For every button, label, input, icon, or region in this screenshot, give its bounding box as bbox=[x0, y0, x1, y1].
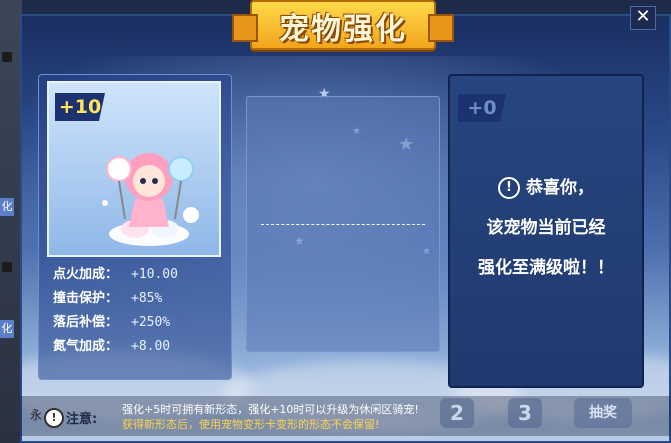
scroll-knob bbox=[2, 52, 12, 62]
window-title: 宠物强化 bbox=[279, 12, 407, 47]
result-level-badge: +0 bbox=[458, 94, 506, 122]
current-pet-card: +10 点火加成： +10.00 撞击保护： +85% 落后补偿： +250% bbox=[38, 74, 232, 380]
stat-value: +8.00 bbox=[131, 339, 171, 354]
notice-text-line-1: 强化+5时可拥有新形态，强化+10时可以升级为休闲区骑宠! bbox=[122, 403, 419, 416]
enhance-material-slot[interactable] bbox=[246, 96, 440, 352]
draw-button[interactable]: 抽奖 bbox=[574, 398, 632, 428]
stat-row-nitro: 氮气加成： +8.00 bbox=[53, 335, 178, 359]
side-tab-2[interactable]: 化 bbox=[0, 320, 14, 338]
pet-portrait-frame: +10 bbox=[47, 81, 221, 257]
notice-label: 注意: bbox=[66, 412, 98, 427]
stat-value: +85% bbox=[131, 291, 163, 306]
background-window-strip: 化 化 bbox=[0, 0, 22, 443]
notice-info-icon: ! bbox=[44, 408, 64, 428]
pet-level-badge: +10 bbox=[55, 93, 105, 121]
step-3-button[interactable]: 3 bbox=[508, 398, 542, 428]
scroll-knob bbox=[2, 262, 12, 272]
message-text: 恭喜你， bbox=[526, 178, 594, 198]
result-pet-card: +0 ! 恭喜你， 该宠物当前已经 强化至满级啦！！ bbox=[448, 74, 644, 388]
stat-row-collision: 撞击保护： +85% bbox=[53, 287, 178, 311]
pet-character-image bbox=[102, 153, 199, 246]
stat-value: +10.00 bbox=[131, 267, 178, 282]
close-button[interactable]: ✕ bbox=[630, 6, 656, 30]
title-banner: 宠物强化 bbox=[232, 0, 454, 50]
pet-stats-list: 点火加成： +10.00 撞击保护： +85% 落后补偿： +250% 氮气加成： +8… bbox=[53, 263, 178, 359]
stat-row-catchup: 落后补偿： +250% bbox=[53, 311, 178, 335]
stat-label: 点火加成： bbox=[53, 267, 119, 282]
message-line-1: ! 恭喜你， bbox=[450, 168, 642, 208]
side-text: 永 bbox=[30, 408, 43, 422]
message-line-2: 该宠物当前已经 bbox=[486, 218, 606, 238]
divider bbox=[261, 224, 425, 225]
notice-text-line-2: 获得新形态后，使用宠物变形卡变形的形态不会保留! bbox=[122, 418, 380, 431]
stat-row-ignition: 点火加成： +10.00 bbox=[53, 263, 178, 287]
stat-value: +250% bbox=[131, 315, 171, 330]
stat-label: 落后补偿： bbox=[53, 315, 119, 330]
stat-label: 氮气加成： bbox=[53, 339, 119, 354]
side-tab-1[interactable]: 化 bbox=[0, 198, 14, 216]
message-line-3: 强化至满级啦！！ bbox=[478, 258, 614, 278]
step-2-button[interactable]: 2 bbox=[440, 398, 474, 428]
exclamation-icon: ! bbox=[498, 177, 520, 199]
stat-label: 撞击保护： bbox=[53, 291, 119, 306]
max-level-message: ! 恭喜你， 该宠物当前已经 强化至满级啦！！ bbox=[450, 168, 642, 288]
